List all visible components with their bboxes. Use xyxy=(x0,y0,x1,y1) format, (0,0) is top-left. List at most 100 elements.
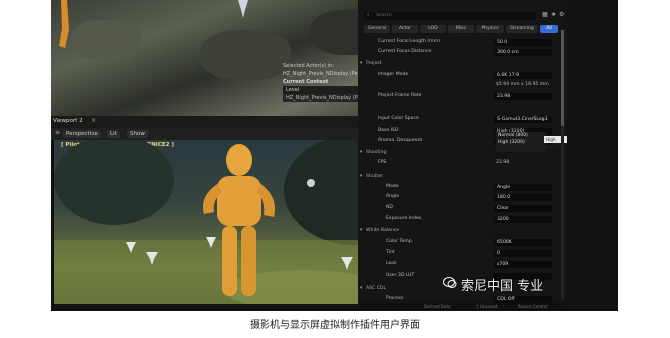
tab-all-label: All xyxy=(546,26,552,31)
property-label: ND xyxy=(386,205,393,210)
gear-icon[interactable]: ⚙ xyxy=(559,11,564,18)
close-icon[interactable]: × xyxy=(91,117,96,124)
property-value-field[interactable]: 6500K xyxy=(494,239,552,246)
property-label: Angle xyxy=(386,194,400,199)
section-label: ASC CDL xyxy=(366,286,387,291)
level-label: Level xyxy=(286,87,300,93)
property-row: Color Temp. 6500K xyxy=(358,237,567,247)
property-label: Base ISO xyxy=(378,128,399,133)
property-row: ND Clear xyxy=(358,203,567,213)
property-label: Current Focal Length (mm) xyxy=(378,39,440,44)
property-label: Color Temp. xyxy=(386,239,414,244)
property-value-field[interactable]: Clear xyxy=(494,205,552,212)
tab-misc-label: Misc xyxy=(455,26,467,31)
property-label: Tint xyxy=(386,250,395,255)
details-panel: ⌕ Search ▦ ★ ⚙ General Actor LOD Misc Ph… xyxy=(358,0,567,311)
property-row: $5.94 mm x 18.95 mm xyxy=(358,80,567,90)
chevron-down-icon: ▾ xyxy=(360,61,363,66)
property-label: Look xyxy=(386,261,397,266)
viewport-1[interactable]: Selected Actor(s) in: HZ_Night_Previs_ND… xyxy=(51,0,401,116)
figure-caption: 摄影机与显示屏虚拟制作插件用户界面 xyxy=(250,320,420,331)
section-label: Shutter xyxy=(366,174,384,179)
property-label: Imager Mode xyxy=(378,72,409,77)
section-header[interactable]: ▾ Shutter xyxy=(358,172,567,182)
mannequin-leg-icon xyxy=(59,0,69,48)
property-value-field[interactable]: 50.0 xyxy=(494,39,552,46)
section-header[interactable]: ▾ White Balance xyxy=(358,226,567,236)
viewport-2-toolbar: ≡ Perspective Lit Show xyxy=(51,128,401,140)
base-iso-dropdown-menu[interactable]: Normal (800) High (3200) xyxy=(496,132,546,152)
section-label: White Balance xyxy=(366,228,400,233)
viewport-2-tab[interactable]: Viewport 2 × xyxy=(51,116,401,128)
property-value-field[interactable]: 3200 xyxy=(494,216,552,223)
dropdown-option[interactable]: High (3200) xyxy=(498,139,546,146)
property-row: Project Frame Rate 23.98 xyxy=(358,91,567,101)
scrollbar[interactable] xyxy=(561,30,564,300)
section-label: Shooting xyxy=(366,150,387,155)
property-row: Current Focus Distance 300.0 cm xyxy=(358,47,567,57)
grid-icon[interactable]: ▦ xyxy=(542,11,548,18)
derived-data-label[interactable]: Derived Data xyxy=(424,304,451,309)
property-row: Look s709 xyxy=(358,259,567,269)
lit-button[interactable]: Lit xyxy=(107,130,120,138)
camera-marker-icon[interactable] xyxy=(204,235,218,249)
unsaved-label[interactable]: 1 Unsaved xyxy=(476,304,497,309)
property-value-field[interactable]: 300.0 cm xyxy=(494,49,552,56)
section-header[interactable]: ▾ Project xyxy=(358,59,567,69)
viewport-2-scene[interactable]: [ Pilot Active - SonyVirtualVENICE2 ] xyxy=(54,140,398,304)
property-row: FPS 23.98 xyxy=(358,158,567,168)
tab-lod-label: LOD xyxy=(428,26,438,31)
property-label: Mode xyxy=(386,184,399,189)
tab-actor-label: Actor xyxy=(398,26,412,31)
property-value-field[interactable]: s709 xyxy=(494,261,552,268)
tab-general-label: General xyxy=(367,26,387,31)
property-row: Input Color Space S-Gamut3.Cine/SLog3 xyxy=(358,114,567,124)
dropdown-option[interactable]: Normal (800) xyxy=(498,132,546,139)
property-row: Exposure Index 3200 xyxy=(358,214,567,224)
tab-streaming[interactable]: Streaming xyxy=(506,25,538,33)
property-label: Project Frame Rate xyxy=(378,93,422,98)
property-row: Angle 180.0 xyxy=(358,192,567,202)
property-value-field[interactable]: 6.6K 17:9 xyxy=(494,72,552,79)
property-value-field[interactable]: S-Gamut3.Cine/SLog3 xyxy=(494,116,552,123)
search-input[interactable]: ⌕ Search xyxy=(364,12,536,20)
perspective-button[interactable]: Perspective xyxy=(63,130,101,138)
tab-misc[interactable]: Misc xyxy=(448,25,474,33)
tab-general[interactable]: General xyxy=(364,25,390,33)
property-label: Anamo. Desqueeze xyxy=(378,138,423,143)
property-row: Tint 0 xyxy=(358,248,567,258)
tab-physics-label: Physics xyxy=(481,26,499,31)
property-row: Mode Angle xyxy=(358,182,567,192)
property-label: Input Color Space xyxy=(378,116,419,121)
tab-lod[interactable]: LOD xyxy=(420,25,446,33)
property-readonly-value: $5.94 mm x 18.95 mm xyxy=(496,82,549,87)
property-value-field[interactable]: Angle xyxy=(494,184,552,191)
camera-marker-icon[interactable] xyxy=(124,240,138,254)
tab-actor[interactable]: Actor xyxy=(392,25,418,33)
tab-streaming-label: Streaming xyxy=(510,26,534,31)
sphere-marker-icon[interactable] xyxy=(306,178,316,188)
scrollbar-thumb[interactable] xyxy=(561,30,564,126)
show-label: Show xyxy=(130,131,145,137)
property-row: Current Focal Length (mm) 50.0 xyxy=(358,37,567,47)
search-placeholder: Search xyxy=(376,13,392,18)
chevron-down-icon: ▾ xyxy=(360,150,363,155)
section-label: Project xyxy=(366,61,382,66)
camera-marker-icon[interactable] xyxy=(236,0,250,18)
viewport-2-title: Viewport 2 xyxy=(53,118,83,124)
show-button[interactable]: Show xyxy=(127,130,148,138)
property-value-field[interactable]: 0 xyxy=(494,250,552,257)
watermark-text: 索尼中国 专业 xyxy=(461,279,544,294)
menu-icon[interactable]: ≡ xyxy=(55,129,60,136)
property-value-field[interactable]: 23.98 xyxy=(494,93,552,100)
camera-marker-icon[interactable] xyxy=(144,250,160,266)
star-icon[interactable]: ★ xyxy=(551,11,556,18)
chevron-down-icon: ▾ xyxy=(360,174,363,179)
property-value-field[interactable]: CDL Off xyxy=(494,296,552,303)
tab-all[interactable]: All xyxy=(540,25,558,33)
tab-physics[interactable]: Physics xyxy=(476,25,504,33)
search-icon: ⌕ xyxy=(367,13,370,18)
source-control-label[interactable]: Source Control xyxy=(518,304,547,309)
camera-marker-icon[interactable] xyxy=(339,255,355,271)
property-value-field[interactable]: 180.0 xyxy=(494,194,552,201)
